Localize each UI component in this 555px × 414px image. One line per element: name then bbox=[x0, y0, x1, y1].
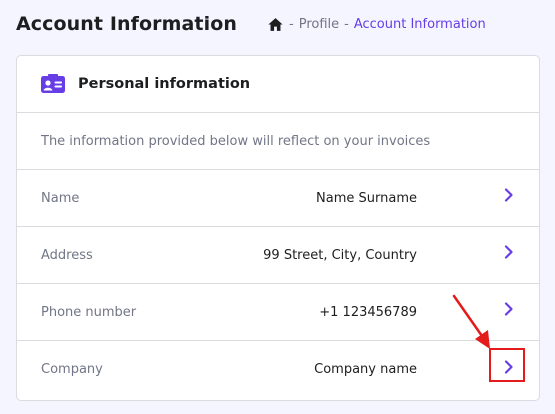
row-label: Name bbox=[41, 190, 80, 206]
row-value: Company name bbox=[314, 362, 417, 377]
card-title: Personal information bbox=[78, 76, 251, 92]
chevron-right-icon[interactable] bbox=[502, 188, 516, 202]
annotation-arrow-icon bbox=[452, 294, 490, 349]
id-card-icon bbox=[41, 74, 65, 94]
address-row[interactable]: Address 99 Street, City, Country bbox=[17, 227, 539, 284]
page-header: Account Information - Profile - Account … bbox=[16, 10, 539, 38]
breadcrumb-account-information: Account Information bbox=[353, 16, 486, 32]
breadcrumb: - Profile - Account Information bbox=[267, 16, 486, 33]
breadcrumb-profile[interactable]: Profile bbox=[299, 17, 339, 32]
home-icon[interactable] bbox=[267, 16, 284, 33]
row-value: +1 123456789 bbox=[319, 304, 417, 320]
row-value: 99 Street, City, Country bbox=[263, 247, 417, 263]
row-label: Company bbox=[41, 362, 103, 377]
row-label: Phone number bbox=[41, 304, 137, 320]
row-label: Address bbox=[41, 247, 93, 263]
page-title: Account Information bbox=[16, 13, 238, 35]
chevron-right-icon[interactable] bbox=[502, 302, 516, 316]
breadcrumb-separator: - bbox=[344, 16, 349, 32]
breadcrumb-separator: - bbox=[289, 16, 294, 32]
account-information-page: Account Information - Profile - Account … bbox=[0, 0, 555, 414]
chevron-right-icon[interactable] bbox=[502, 245, 516, 259]
card-header: Personal information bbox=[17, 56, 539, 113]
card-subtitle: The information provided below will refl… bbox=[17, 113, 539, 170]
name-row[interactable]: Name Name Surname bbox=[17, 170, 539, 227]
annotation-highlight-box bbox=[489, 348, 525, 382]
row-value: Name Surname bbox=[316, 190, 417, 206]
